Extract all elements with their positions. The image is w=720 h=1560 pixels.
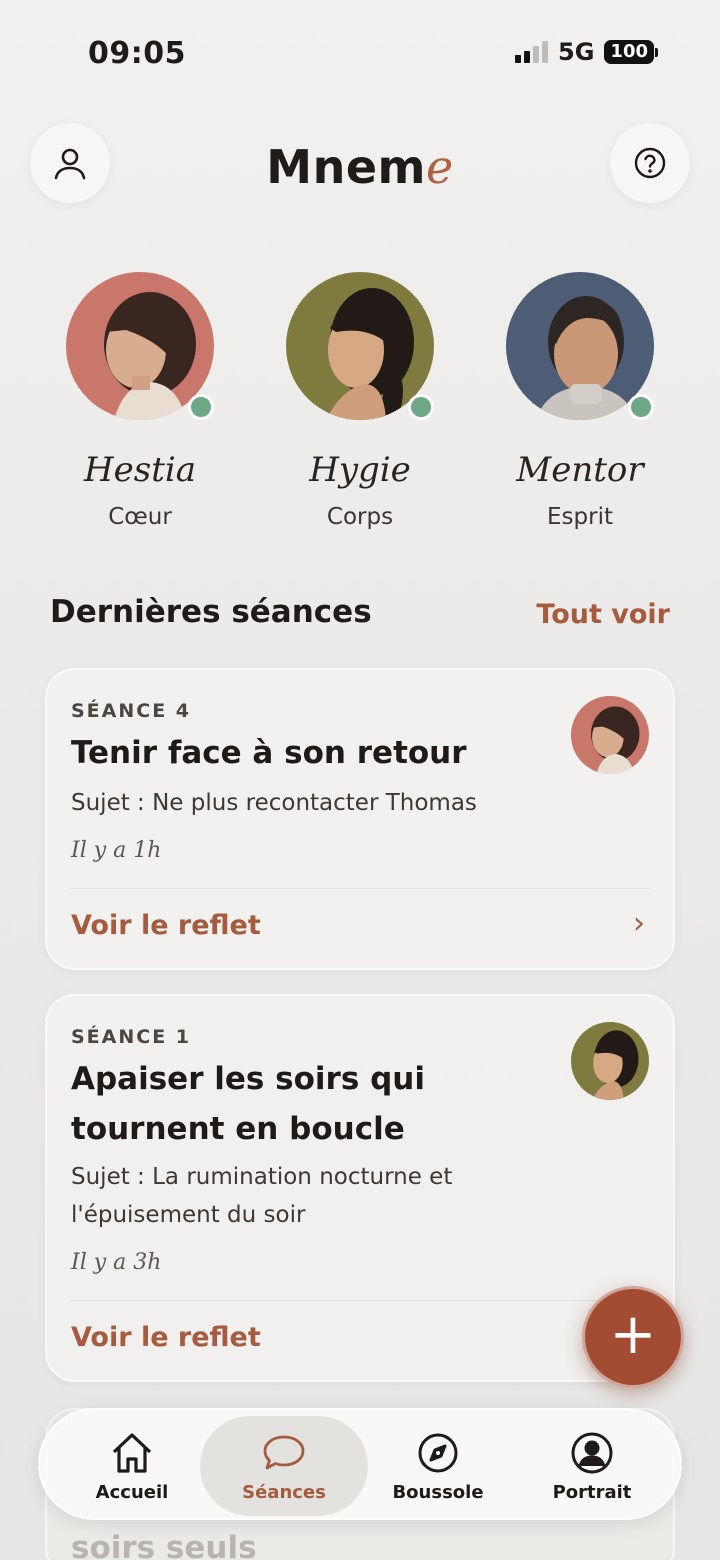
online-status-dot	[628, 394, 654, 420]
session-time: Il y a 3h	[71, 1250, 162, 1275]
help-circle-icon	[634, 147, 666, 179]
battery-level: 100	[604, 40, 654, 64]
nav-item-accueil[interactable]: Accueil	[48, 1416, 216, 1516]
network-label: 5G	[558, 38, 595, 66]
avatar	[571, 1022, 649, 1100]
session-number: SÉANCE 1	[71, 1026, 192, 1048]
nav-item-boussole[interactable]: Boussole	[354, 1416, 522, 1516]
session-guide-avatar	[571, 696, 649, 774]
compass-icon	[418, 1433, 458, 1473]
divider	[71, 888, 649, 889]
guide-role: Corps	[326, 504, 394, 530]
session-subject: Sujet : La rumination nocturne et l'épui…	[71, 1164, 453, 1228]
plus-icon: +	[609, 1302, 657, 1367]
nav-item-seances[interactable]: Séances	[200, 1416, 368, 1516]
avatar	[571, 696, 649, 774]
guide-name: Hygie	[309, 450, 411, 490]
bottom-nav: Accueil Séances Boussole Portrait	[38, 1408, 682, 1520]
guide-avatar	[506, 272, 654, 420]
nav-label: Boussole	[392, 1482, 484, 1503]
divider	[71, 1300, 649, 1301]
battery-icon: 100	[604, 40, 658, 64]
chat-bubble-icon	[263, 1435, 305, 1470]
section-title: Dernières séances	[50, 594, 372, 630]
help-button[interactable]	[610, 123, 690, 203]
session-subject: Sujet : Ne plus recontacter Thomas	[71, 790, 477, 816]
guide-hestia[interactable]: Hestia Cœur	[40, 272, 240, 530]
session-title: soirs seuls	[71, 1530, 257, 1560]
home-screen: 09:05 5G 100 Mneme Hestia Cœur Hygie Cor…	[0, 0, 720, 1560]
online-status-dot	[188, 394, 214, 420]
nav-label: Portrait	[552, 1482, 632, 1503]
session-number: SÉANCE 4	[71, 700, 192, 722]
see-all-link[interactable]: Tout voir	[536, 599, 670, 630]
session-time: Il y a 1h	[71, 838, 162, 863]
profile-circle-icon	[571, 1432, 613, 1474]
app-title-accent: e	[425, 140, 454, 194]
session-title: Tenir face à son retour	[71, 735, 467, 771]
guide-mentor[interactable]: Mentor Esprit	[480, 272, 680, 530]
guide-avatar	[286, 272, 434, 420]
nav-item-portrait[interactable]: Portrait	[508, 1416, 676, 1516]
online-status-dot	[408, 394, 434, 420]
app-title-main: Mnem	[266, 140, 426, 194]
guide-name: Mentor	[516, 450, 644, 490]
view-reflection-link[interactable]: Voir le reflet	[71, 1322, 261, 1353]
guide-role: Esprit	[547, 504, 613, 530]
session-guide-avatar	[571, 1022, 649, 1100]
guide-name: Hestia	[83, 450, 197, 490]
signal-icon	[515, 41, 549, 63]
guide-role: Cœur	[108, 504, 172, 530]
session-card[interactable]: SÉANCE 1 Apaiser les soirs qui tournent …	[45, 994, 675, 1382]
chevron-right-icon[interactable]: ›	[633, 906, 645, 941]
guide-hygie[interactable]: Hygie Corps	[260, 272, 460, 530]
new-session-button[interactable]: +	[582, 1286, 684, 1388]
view-reflection-link[interactable]: Voir le reflet	[71, 910, 261, 941]
session-title: Apaiser les soirs qui tournent en boucle	[71, 1061, 425, 1147]
home-icon	[112, 1433, 152, 1473]
nav-label: Accueil	[95, 1482, 169, 1503]
status-indicators: 5G 100	[515, 38, 658, 66]
guide-avatar	[66, 272, 214, 420]
session-card[interactable]: SÉANCE 4 Tenir face à son retour Sujet :…	[45, 668, 675, 970]
status-time: 09:05	[88, 36, 186, 71]
nav-label: Séances	[242, 1482, 326, 1503]
